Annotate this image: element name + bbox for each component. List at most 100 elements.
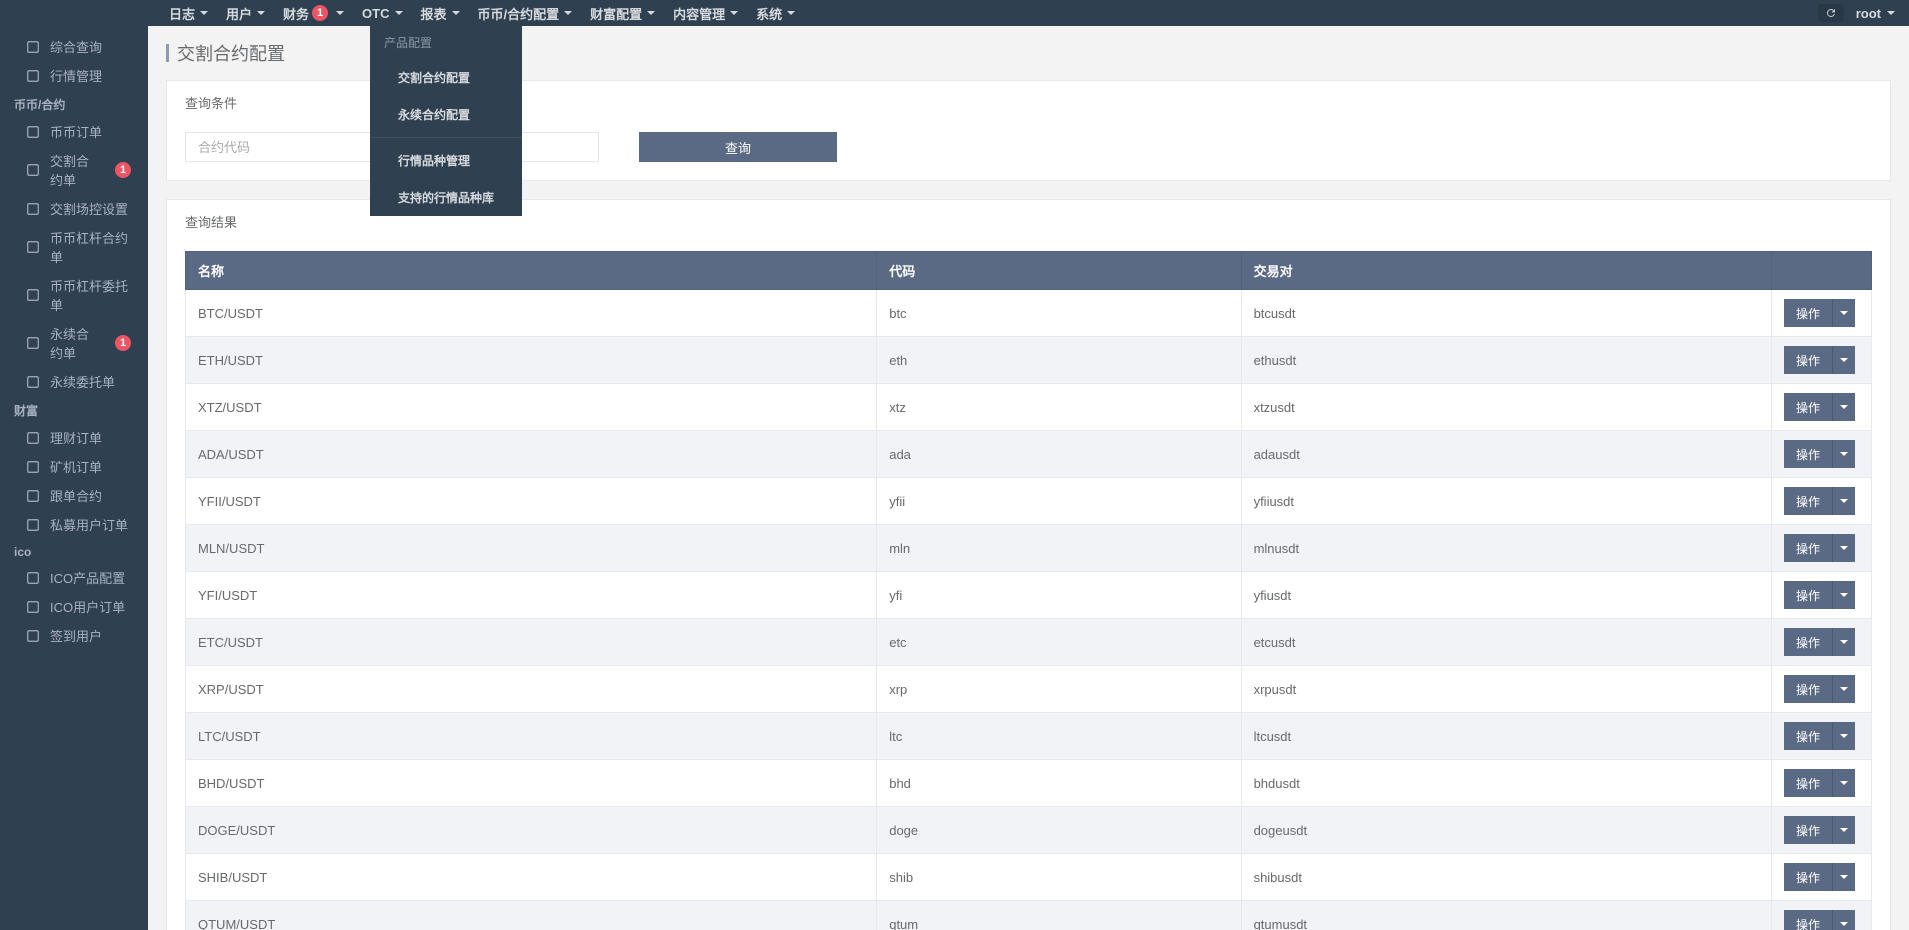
sidebar-item[interactable]: 行情管理 <box>0 61 148 90</box>
action-dropdown-toggle[interactable] <box>1833 816 1855 844</box>
sidebar-item-label: 币币订单 <box>50 122 102 141</box>
cell-name: YFI/USDT <box>186 572 877 619</box>
chevron-down-icon <box>1840 828 1848 832</box>
sidebar-item[interactable]: 综合查询 <box>0 32 148 61</box>
sidebar-item[interactable]: 币币杠杆合约单 <box>0 223 148 271</box>
cell-action: 操作 <box>1772 431 1872 478</box>
sidebar-item-label: 签到用户 <box>50 626 102 645</box>
cell-code: btc <box>877 290 1241 337</box>
action-dropdown-toggle[interactable] <box>1833 346 1855 374</box>
sidebar-item[interactable]: 理财订单 <box>0 423 148 452</box>
table-row: LTC/USDTltcltcusdt操作 <box>186 713 1872 760</box>
action-dropdown-toggle[interactable] <box>1833 675 1855 703</box>
action-button[interactable]: 操作 <box>1784 628 1833 656</box>
action-dropdown-toggle[interactable] <box>1833 910 1855 930</box>
action-button[interactable]: 操作 <box>1784 581 1833 609</box>
nav-item[interactable]: 内容管理 <box>664 0 747 26</box>
th-pair: 交易对 <box>1241 252 1771 290</box>
sidebar-item[interactable]: ICO用户订单 <box>0 592 148 621</box>
cell-pair: dogeusdt <box>1241 807 1771 854</box>
nav-item[interactable]: 币币/合约配置 <box>469 0 582 26</box>
chevron-down-icon <box>1840 499 1848 503</box>
nav-item[interactable]: 日志 <box>160 0 217 26</box>
action-dropdown-toggle[interactable] <box>1833 534 1855 562</box>
nav-item[interactable]: 报表 <box>412 0 469 26</box>
menu-icon <box>26 40 40 54</box>
cell-code: etc <box>877 619 1241 666</box>
nav-item[interactable]: 财务1 <box>274 0 353 26</box>
nav-item[interactable]: 系统 <box>747 0 804 26</box>
nav-item[interactable]: OTC <box>353 0 411 26</box>
action-dropdown-toggle[interactable] <box>1833 487 1855 515</box>
chevron-down-icon <box>395 11 403 15</box>
chevron-down-icon <box>200 11 208 15</box>
cell-pair: xtzusdt <box>1241 384 1771 431</box>
sidebar-group-title: 币币/合约 <box>0 90 148 117</box>
refresh-icon <box>1825 7 1837 19</box>
action-button[interactable]: 操作 <box>1784 440 1833 468</box>
menu-icon <box>26 163 40 177</box>
action-button[interactable]: 操作 <box>1784 722 1833 750</box>
sidebar-item[interactable]: 永续委托单 <box>0 367 148 396</box>
action-dropdown-toggle[interactable] <box>1833 769 1855 797</box>
chevron-down-icon <box>452 11 460 15</box>
action-button[interactable]: 操作 <box>1784 910 1833 930</box>
action-button[interactable]: 操作 <box>1784 769 1833 797</box>
action-button[interactable]: 操作 <box>1784 487 1833 515</box>
action-dropdown-toggle[interactable] <box>1833 628 1855 656</box>
action-button[interactable]: 操作 <box>1784 534 1833 562</box>
cell-name: MLN/USDT <box>186 525 877 572</box>
action-dropdown-toggle[interactable] <box>1833 393 1855 421</box>
action-button[interactable]: 操作 <box>1784 393 1833 421</box>
action-button[interactable]: 操作 <box>1784 863 1833 891</box>
sidebar-item[interactable]: 永续合约单1 <box>0 319 148 367</box>
sidebar-item[interactable]: 矿机订单 <box>0 452 148 481</box>
badge: 1 <box>312 5 328 21</box>
action-button[interactable]: 操作 <box>1784 346 1833 374</box>
action-dropdown-toggle[interactable] <box>1833 722 1855 750</box>
cell-action: 操作 <box>1772 572 1872 619</box>
dropdown-item[interactable]: 永续合约配置 <box>370 96 522 133</box>
nav-item[interactable]: 用户 <box>217 0 274 26</box>
dropdown-item[interactable]: 支持的行情品种库 <box>370 179 522 216</box>
cell-action: 操作 <box>1772 807 1872 854</box>
dropdown-item[interactable]: 行情品种管理 <box>370 142 522 179</box>
cell-code: yfi <box>877 572 1241 619</box>
cell-name: LTC/USDT <box>186 713 877 760</box>
action-dropdown-toggle[interactable] <box>1833 299 1855 327</box>
results-table: 名称 代码 交易对 BTC/USDTbtcbtcusdt操作ETH/USDTet… <box>185 251 1872 930</box>
sidebar-item[interactable]: 币币杠杆委托单 <box>0 271 148 319</box>
cell-pair: qtumusdt <box>1241 901 1771 930</box>
action-dropdown-toggle[interactable] <box>1833 581 1855 609</box>
cell-action: 操作 <box>1772 478 1872 525</box>
th-name: 名称 <box>186 252 877 290</box>
table-row: ADA/USDTadaadausdt操作 <box>186 431 1872 478</box>
table-row: ETH/USDTethethusdt操作 <box>186 337 1872 384</box>
cell-pair: yfiusdt <box>1241 572 1771 619</box>
cell-action: 操作 <box>1772 666 1872 713</box>
sidebar-item[interactable]: 交割合约单1 <box>0 146 148 194</box>
sidebar-item[interactable]: 币币订单 <box>0 117 148 146</box>
sidebar-item[interactable]: 签到用户 <box>0 621 148 650</box>
refresh-button[interactable] <box>1818 4 1844 22</box>
action-button[interactable]: 操作 <box>1784 675 1833 703</box>
action-button[interactable]: 操作 <box>1784 816 1833 844</box>
cell-pair: bhdusdt <box>1241 760 1771 807</box>
sidebar-item[interactable]: 跟单合约 <box>0 481 148 510</box>
menu-icon <box>26 288 40 302</box>
nav-user[interactable]: root <box>1856 6 1895 21</box>
sidebar-item[interactable]: 私募用户订单 <box>0 510 148 539</box>
action-dropdown-toggle[interactable] <box>1833 863 1855 891</box>
nav-item-label: 财富配置 <box>590 4 642 23</box>
search-button[interactable]: 查询 <box>639 132 837 162</box>
menu-icon <box>26 375 40 389</box>
action-button[interactable]: 操作 <box>1784 299 1833 327</box>
cell-name: SHIB/USDT <box>186 854 877 901</box>
sidebar-item[interactable]: 交割场控设置 <box>0 194 148 223</box>
dropdown-item[interactable]: 交割合约配置 <box>370 59 522 96</box>
action-dropdown-toggle[interactable] <box>1833 440 1855 468</box>
table-row: BTC/USDTbtcbtcusdt操作 <box>186 290 1872 337</box>
sidebar-item[interactable]: ICO产品配置 <box>0 563 148 592</box>
chevron-down-icon <box>1887 11 1895 15</box>
nav-item[interactable]: 财富配置 <box>581 0 664 26</box>
